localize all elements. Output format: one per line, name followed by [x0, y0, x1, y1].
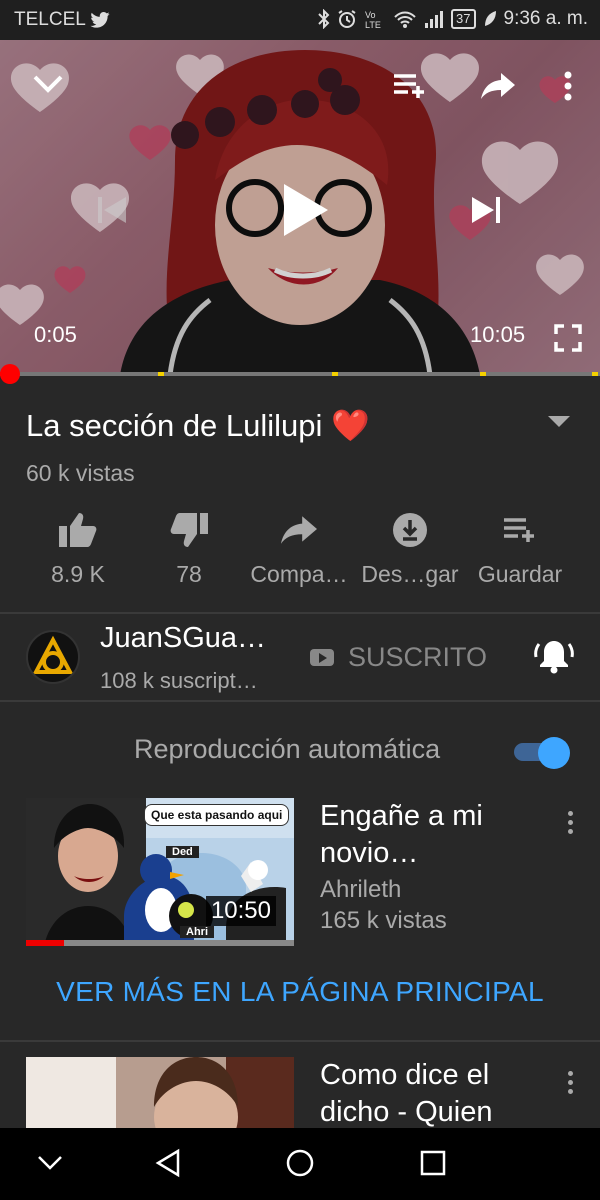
ad-marker [332, 372, 338, 376]
skip-previous-icon [98, 197, 126, 223]
minimize-button[interactable] [28, 64, 68, 104]
channel-name[interactable]: JuanSGua… [100, 622, 266, 655]
share-icon [281, 516, 317, 544]
svg-text:Vo: Vo [365, 10, 376, 20]
more-vert-icon [564, 71, 572, 101]
save-to-playlist-icon [504, 518, 534, 542]
divider [0, 612, 600, 614]
youtube-icon [310, 649, 334, 666]
add-to-queue-button[interactable] [388, 64, 432, 108]
playlist-add-icon [394, 74, 424, 98]
video-progress-bar[interactable] [0, 364, 600, 384]
watched-progress [26, 940, 294, 946]
ad-marker [480, 372, 486, 376]
system-navigation-bar [0, 1128, 600, 1200]
video-card-channel: Ahrileth [320, 876, 402, 903]
play-button[interactable] [270, 175, 340, 245]
home-button[interactable] [285, 1148, 315, 1183]
autoplay-toggle[interactable] [514, 737, 570, 769]
name-tag: Ahri [180, 926, 214, 938]
signal-icon [425, 11, 444, 28]
previous-button[interactable] [90, 188, 134, 232]
skip-next-icon [472, 197, 500, 223]
clock: 9:36 a. m. [503, 8, 589, 29]
volte-icon: VoLTE [365, 10, 381, 29]
expand-description-icon[interactable] [548, 416, 570, 427]
video-card-title[interactable]: Engañe a mi novio… [320, 798, 550, 872]
channel-logo-icon [32, 635, 74, 674]
thumbs-up-icon [59, 513, 97, 547]
video-title-text: La sección de Lulilupi [26, 408, 323, 443]
play-icon [284, 184, 328, 236]
thumbnail-image [26, 1057, 294, 1129]
player-more-button[interactable] [552, 64, 584, 108]
back-triangle-icon [155, 1148, 180, 1178]
download-icon [393, 513, 427, 547]
chevron-down-icon [38, 1156, 62, 1170]
leaf-icon [484, 11, 496, 26]
video-duration: 10:50 [205, 896, 276, 926]
channel-avatar[interactable] [26, 630, 80, 684]
save-button[interactable]: Guardar [455, 505, 585, 588]
video-card-views: 165 k vistas [320, 907, 447, 934]
speech-bubble: Que esta pasando aqui [144, 804, 290, 826]
video-actions: 8.9 K 78 Compa… Des…gar Guardar [0, 505, 600, 605]
video-thumbnail[interactable]: Que esta pasando aqui Ded Ahri 10:50 [26, 798, 294, 946]
next-button[interactable] [464, 188, 508, 232]
video-thumbnail[interactable] [26, 1057, 294, 1129]
video-player[interactable]: 0:05 10:05 [0, 40, 600, 375]
autoplay-label: Reproducción automática [134, 734, 441, 764]
alarm-icon [338, 10, 356, 28]
name-tag: Ded [166, 846, 199, 858]
video-card-more-button[interactable] [562, 1071, 578, 1094]
heart-emoji: ❤️ [331, 408, 370, 443]
progress-scrubber[interactable] [0, 364, 20, 384]
bluetooth-icon [318, 9, 330, 29]
recents-square-icon [420, 1150, 446, 1176]
fullscreen-icon [554, 324, 582, 352]
battery-level: 37 [451, 9, 476, 29]
svg-text:LTE: LTE [365, 20, 381, 29]
share-button-player[interactable] [476, 64, 520, 108]
wifi-icon [394, 11, 416, 28]
status-bar: TELCEL Vo LTE 37 9:36 a. m. [0, 0, 600, 40]
notifications-button[interactable] [534, 638, 574, 679]
divider [0, 1040, 600, 1042]
see-more-link[interactable]: VER MÁS EN LA PÁGINA PRINCIPAL [0, 976, 600, 1008]
hide-keyboard-button[interactable] [36, 1154, 64, 1177]
bell-ringing-icon [534, 641, 574, 674]
recents-button[interactable] [420, 1150, 446, 1181]
total-duration: 10:05 [470, 322, 526, 347]
video-title[interactable]: La sección de Lulilupi ❤️ [26, 407, 370, 444]
video-card-more-button[interactable] [562, 811, 578, 834]
share-icon [481, 73, 515, 99]
ad-marker [592, 372, 598, 376]
save-label: Guardar [477, 561, 563, 587]
chevron-down-icon [33, 75, 63, 93]
view-count: 60 k vistas [26, 460, 135, 486]
fullscreen-button[interactable] [548, 318, 588, 358]
home-circle-icon [286, 1149, 314, 1177]
ad-marker [158, 372, 164, 376]
twitter-icon [90, 12, 110, 28]
divider [0, 700, 600, 702]
elapsed-time: 0:05 [34, 322, 77, 347]
back-button[interactable] [154, 1148, 182, 1183]
carrier-label: TELCEL [14, 9, 86, 30]
subscribed-button[interactable]: SUSCRITO [310, 642, 487, 673]
subscribed-label: SUSCRITO [348, 642, 488, 672]
video-card-title[interactable]: Como dice el dicho - Quien [320, 1057, 550, 1131]
thumbs-down-icon [170, 513, 208, 547]
subscriber-count: 108 k suscript… [100, 668, 258, 693]
